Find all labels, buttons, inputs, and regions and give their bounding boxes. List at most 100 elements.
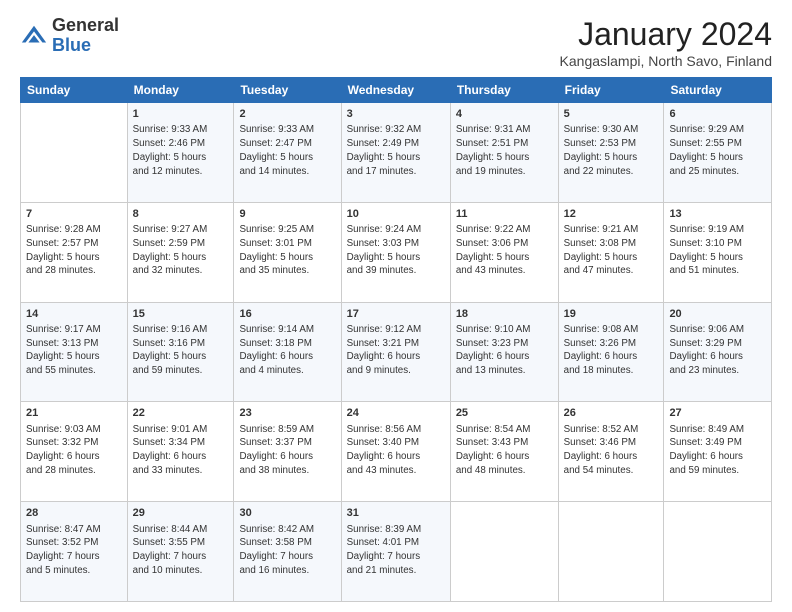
day-number: 7 — [26, 207, 122, 222]
calendar-day-cell: 19Sunrise: 9:08 AM Sunset: 3:26 PM Dayli… — [558, 302, 664, 402]
calendar-week-row: 28 Sunrise: 8:47 AM Sunset: 3:52 PM Dayli… — [21, 502, 772, 602]
logo-general-text: General — [52, 15, 119, 35]
day-of-week-header: Saturday — [664, 78, 772, 103]
calendar-day-cell: 13Sunrise: 9:19 AM Sunset: 3:10 PM Dayli… — [664, 202, 772, 302]
day-info: Sunrise: 8:47 AM Sunset: 3:52 PM Dayligh… — [26, 523, 122, 578]
day-info: Sunrise: 9:32 AM Sunset: 2:49 PM Dayligh… — [347, 123, 445, 178]
calendar-day-cell: 22 Sunrise: 9:01 AM Sunset: 3:34 PM Dayli… — [127, 402, 234, 502]
day-info: Sunrise: 9:19 AM Sunset: 3:10 PM Dayligh… — [669, 223, 766, 278]
day-info: Sunrise: 9:01 AM Sunset: 3:34 PM Dayligh… — [133, 423, 229, 478]
day-info: Sunrise: 9:12 AM Sunset: 3:21 PM Dayligh… — [347, 323, 445, 378]
day-number: 2 — [239, 107, 335, 122]
calendar-day-cell: 21 Sunrise: 9:03 AM Sunset: 3:32 PM Dayli… — [21, 402, 128, 502]
calendar-day-cell: 1Sunrise: 9:33 AM Sunset: 2:46 PM Daylig… — [127, 103, 234, 203]
day-info: Sunrise: 8:52 AM Sunset: 3:46 PM Dayligh… — [564, 423, 659, 478]
day-number: 12 — [564, 207, 659, 222]
day-number: 18 — [456, 307, 553, 322]
day-number: 15 — [133, 307, 229, 322]
day-number: 24 — [347, 406, 445, 421]
calendar-day-cell: 2Sunrise: 9:33 AM Sunset: 2:47 PM Daylig… — [234, 103, 341, 203]
calendar-day-cell: 16Sunrise: 9:14 AM Sunset: 3:18 PM Dayli… — [234, 302, 341, 402]
calendar-day-cell: 12Sunrise: 9:21 AM Sunset: 3:08 PM Dayli… — [558, 202, 664, 302]
calendar-day-cell: 8Sunrise: 9:27 AM Sunset: 2:59 PM Daylig… — [127, 202, 234, 302]
calendar-week-row: 7Sunrise: 9:28 AM Sunset: 2:57 PM Daylig… — [21, 202, 772, 302]
day-number: 13 — [669, 207, 766, 222]
calendar-table: SundayMondayTuesdayWednesdayThursdayFrid… — [20, 77, 772, 602]
calendar-day-cell: 29 Sunrise: 8:44 AM Sunset: 3:55 PM Dayli… — [127, 502, 234, 602]
day-number: 5 — [564, 107, 659, 122]
day-info: Sunrise: 8:44 AM Sunset: 3:55 PM Dayligh… — [133, 523, 229, 578]
calendar-day-cell: 18Sunrise: 9:10 AM Sunset: 3:23 PM Dayli… — [450, 302, 558, 402]
day-info: Sunrise: 8:54 AM Sunset: 3:43 PM Dayligh… — [456, 423, 553, 478]
day-number: 16 — [239, 307, 335, 322]
day-info: Sunrise: 9:14 AM Sunset: 3:18 PM Dayligh… — [239, 323, 335, 378]
day-number: 29 — [133, 506, 229, 521]
day-info: Sunrise: 9:33 AM Sunset: 2:46 PM Dayligh… — [133, 123, 229, 178]
day-of-week-header: Sunday — [21, 78, 128, 103]
day-number: 6 — [669, 107, 766, 122]
day-number: 10 — [347, 207, 445, 222]
logo-blue-text: Blue — [52, 35, 91, 55]
empty-day-cell — [21, 103, 128, 203]
calendar-week-row: 14Sunrise: 9:17 AM Sunset: 3:13 PM Dayli… — [21, 302, 772, 402]
day-info: Sunrise: 8:39 AM Sunset: 4:01 PM Dayligh… — [347, 523, 445, 578]
day-of-week-header: Wednesday — [341, 78, 450, 103]
day-number: 19 — [564, 307, 659, 322]
day-info: Sunrise: 9:25 AM Sunset: 3:01 PM Dayligh… — [239, 223, 335, 278]
day-number: 17 — [347, 307, 445, 322]
calendar-day-cell: 4Sunrise: 9:31 AM Sunset: 2:51 PM Daylig… — [450, 103, 558, 203]
calendar-day-cell: 10Sunrise: 9:24 AM Sunset: 3:03 PM Dayli… — [341, 202, 450, 302]
calendar-day-cell: 31 Sunrise: 8:39 AM Sunset: 4:01 PM Dayli… — [341, 502, 450, 602]
month-title: January 2024 — [560, 16, 772, 53]
calendar-header-row: SundayMondayTuesdayWednesdayThursdayFrid… — [21, 78, 772, 103]
calendar-day-cell: 11Sunrise: 9:22 AM Sunset: 3:06 PM Dayli… — [450, 202, 558, 302]
calendar-day-cell: 5Sunrise: 9:30 AM Sunset: 2:53 PM Daylig… — [558, 103, 664, 203]
day-number: 23 — [239, 406, 335, 421]
day-info: Sunrise: 9:29 AM Sunset: 2:55 PM Dayligh… — [669, 123, 766, 178]
day-number: 3 — [347, 107, 445, 122]
day-info: Sunrise: 9:24 AM Sunset: 3:03 PM Dayligh… — [347, 223, 445, 278]
location-subtitle: Kangaslampi, North Savo, Finland — [560, 53, 772, 69]
day-number: 22 — [133, 406, 229, 421]
calendar-day-cell: 28 Sunrise: 8:47 AM Sunset: 3:52 PM Dayli… — [21, 502, 128, 602]
day-info: Sunrise: 9:21 AM Sunset: 3:08 PM Dayligh… — [564, 223, 659, 278]
calendar-day-cell: 20Sunrise: 9:06 AM Sunset: 3:29 PM Dayli… — [664, 302, 772, 402]
day-info: Sunrise: 9:10 AM Sunset: 3:23 PM Dayligh… — [456, 323, 553, 378]
calendar-week-row: 21 Sunrise: 9:03 AM Sunset: 3:32 PM Dayli… — [21, 402, 772, 502]
logo-icon — [20, 22, 48, 50]
day-number: 8 — [133, 207, 229, 222]
day-number: 1 — [133, 107, 229, 122]
day-info: Sunrise: 9:17 AM Sunset: 3:13 PM Dayligh… — [26, 323, 122, 378]
day-number: 26 — [564, 406, 659, 421]
day-number: 28 — [26, 506, 122, 521]
calendar-day-cell: 9Sunrise: 9:25 AM Sunset: 3:01 PM Daylig… — [234, 202, 341, 302]
title-block: January 2024 Kangaslampi, North Savo, Fi… — [560, 16, 772, 69]
day-info: Sunrise: 9:30 AM Sunset: 2:53 PM Dayligh… — [564, 123, 659, 178]
day-number: 9 — [239, 207, 335, 222]
day-info: Sunrise: 9:06 AM Sunset: 3:29 PM Dayligh… — [669, 323, 766, 378]
day-number: 21 — [26, 406, 122, 421]
day-number: 11 — [456, 207, 553, 222]
page-header: General Blue January 2024 Kangaslampi, N… — [20, 16, 772, 69]
calendar-day-cell: 30 Sunrise: 8:42 AM Sunset: 3:58 PM Dayli… — [234, 502, 341, 602]
day-number: 31 — [347, 506, 445, 521]
calendar-day-cell: 25 Sunrise: 8:54 AM Sunset: 3:43 PM Dayli… — [450, 402, 558, 502]
calendar-day-cell: 14Sunrise: 9:17 AM Sunset: 3:13 PM Dayli… — [21, 302, 128, 402]
day-of-week-header: Tuesday — [234, 78, 341, 103]
day-info: Sunrise: 9:03 AM Sunset: 3:32 PM Dayligh… — [26, 423, 122, 478]
day-info: Sunrise: 9:31 AM Sunset: 2:51 PM Dayligh… — [456, 123, 553, 178]
calendar-day-cell: 27Sunrise: 8:49 AM Sunset: 3:49 PM Dayli… — [664, 402, 772, 502]
day-info: Sunrise: 8:42 AM Sunset: 3:58 PM Dayligh… — [239, 523, 335, 578]
day-of-week-header: Friday — [558, 78, 664, 103]
day-number: 27 — [669, 406, 766, 421]
day-number: 30 — [239, 506, 335, 521]
day-number: 14 — [26, 307, 122, 322]
calendar-day-cell: 24Sunrise: 8:56 AM Sunset: 3:40 PM Dayli… — [341, 402, 450, 502]
empty-day-cell — [558, 502, 664, 602]
day-info: Sunrise: 9:28 AM Sunset: 2:57 PM Dayligh… — [26, 223, 122, 278]
day-number: 25 — [456, 406, 553, 421]
day-info: Sunrise: 9:33 AM Sunset: 2:47 PM Dayligh… — [239, 123, 335, 178]
day-info: Sunrise: 9:16 AM Sunset: 3:16 PM Dayligh… — [133, 323, 229, 378]
calendar-day-cell: 3Sunrise: 9:32 AM Sunset: 2:49 PM Daylig… — [341, 103, 450, 203]
empty-day-cell — [450, 502, 558, 602]
